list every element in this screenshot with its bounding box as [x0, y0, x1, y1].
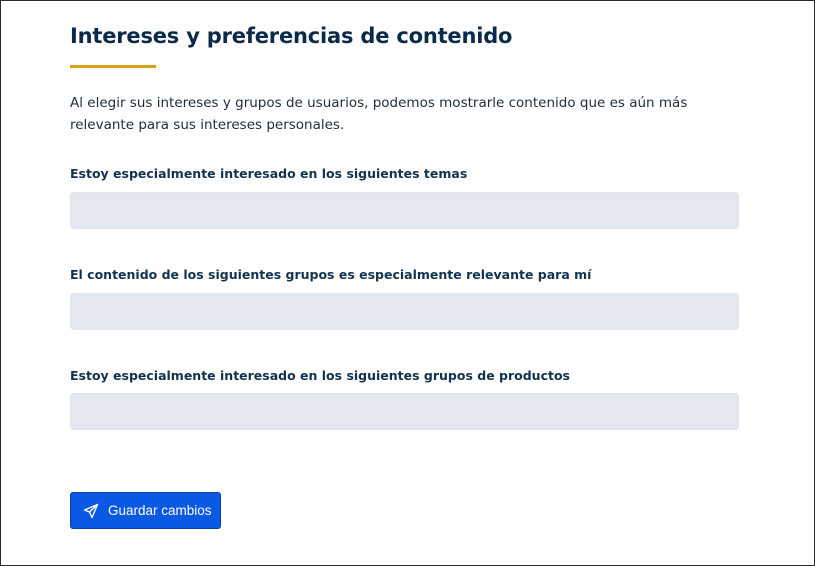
page-title: Intereses y preferencias de contenido: [70, 24, 513, 48]
product-groups-select[interactable]: [70, 393, 739, 430]
topics-select[interactable]: [70, 192, 739, 229]
intro-text: Al elegir sus intereses y grupos de usua…: [70, 95, 688, 133]
paper-plane-icon: [83, 503, 99, 519]
title-underline: [70, 65, 156, 68]
topics-field-label: Estoy especialmente interesado en los si…: [70, 166, 468, 181]
preferences-panel: Intereses y preferencias de contenido Al…: [0, 0, 815, 566]
save-changes-label: Guardar cambios: [108, 503, 212, 518]
groups-select[interactable]: [70, 293, 739, 330]
groups-field-label: El contenido de los siguientes grupos es…: [70, 267, 592, 282]
product-groups-field-label: Estoy especialmente interesado en los si…: [70, 368, 570, 383]
save-changes-button[interactable]: Guardar cambios: [70, 492, 221, 529]
